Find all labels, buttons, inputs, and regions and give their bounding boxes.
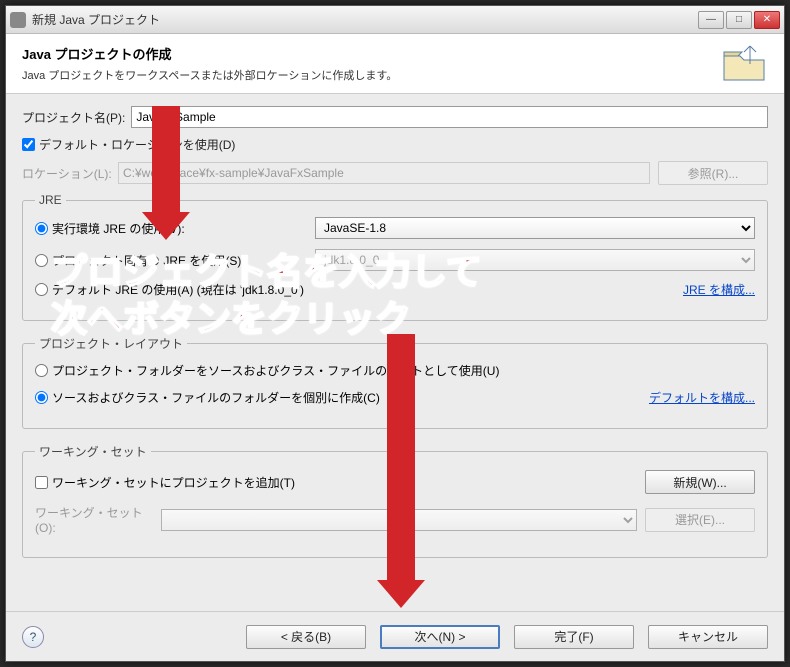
titlebar[interactable]: 新規 Java プロジェクト — □ ✕: [6, 6, 784, 34]
next-button[interactable]: 次へ(N) >: [380, 625, 500, 649]
layout-legend: プロジェクト・レイアウト: [35, 335, 187, 352]
project-name-input[interactable]: [131, 106, 768, 128]
window-title: 新規 Java プロジェクト: [32, 11, 698, 28]
select-workingset-button: 選択(E)...: [645, 508, 755, 532]
new-workingset-button[interactable]: 新規(W)...: [645, 470, 755, 494]
location-label: ロケーション(L):: [22, 165, 112, 182]
button-bar: ? < 戻る(B) 次へ(N) > 完了(F) キャンセル: [6, 611, 784, 661]
workingset-select: [161, 509, 637, 531]
finish-button[interactable]: 完了(F): [514, 625, 634, 649]
same-folder-radio[interactable]: [35, 364, 48, 377]
default-jre-radio[interactable]: [35, 283, 48, 296]
browse-button: 参照(R)...: [658, 161, 768, 185]
project-jre-radio[interactable]: [35, 254, 48, 267]
cancel-button[interactable]: キャンセル: [648, 625, 768, 649]
exec-env-select[interactable]: JavaSE-1.8: [315, 217, 755, 239]
exec-env-label: 実行環境 JRE の使用(V):: [52, 220, 185, 237]
dialog-content: プロジェクト名(P): デフォルト・ロケーションを使用(D) ロケーション(L)…: [6, 94, 784, 611]
workingset-group: ワーキング・セット ワーキング・セットにプロジェクトを追加(T) 新規(W)..…: [22, 443, 768, 558]
location-input: [118, 162, 650, 184]
workingset-select-label: ワーキング・セット(O):: [35, 504, 155, 535]
use-default-location-label: デフォルト・ロケーションを使用(D): [39, 136, 235, 153]
banner-heading: Java プロジェクトの作成: [22, 44, 720, 63]
exec-env-radio[interactable]: [35, 222, 48, 235]
jre-group: JRE 実行環境 JRE の使用(V): JavaSE-1.8 プロジェクト固有…: [22, 193, 768, 321]
jre-legend: JRE: [35, 193, 66, 207]
back-button[interactable]: < 戻る(B): [246, 625, 366, 649]
app-icon: [10, 12, 26, 28]
help-button[interactable]: ?: [22, 626, 44, 648]
add-workingset-label: ワーキング・セットにプロジェクトを追加(T): [52, 474, 295, 491]
project-name-label: プロジェクト名(P):: [22, 109, 125, 126]
maximize-button[interactable]: □: [726, 11, 752, 29]
use-default-location-checkbox[interactable]: [22, 138, 35, 151]
configure-jre-link[interactable]: JRE を構成...: [683, 281, 755, 298]
minimize-button[interactable]: —: [698, 11, 724, 29]
add-workingset-checkbox[interactable]: [35, 476, 48, 489]
layout-group: プロジェクト・レイアウト プロジェクト・フォルダーをソースおよびクラス・ファイル…: [22, 335, 768, 429]
project-jre-label: プロジェクト固有の JRE を使用(S):: [52, 252, 245, 269]
same-folder-label: プロジェクト・フォルダーをソースおよびクラス・ファイルのルートとして使用(U): [52, 362, 499, 379]
separate-folder-radio[interactable]: [35, 391, 48, 404]
wizard-banner: Java プロジェクトの作成 Java プロジェクトをワークスペースまたは外部ロ…: [6, 34, 784, 94]
dialog-window: 新規 Java プロジェクト — □ ✕ Java プロジェクトの作成 Java…: [5, 5, 785, 662]
project-jre-select: jdk1.8.0_0: [315, 249, 755, 271]
banner-subtext: Java プロジェクトをワークスペースまたは外部ロケーションに作成します。: [22, 67, 720, 83]
folder-icon: [720, 44, 768, 84]
workingset-legend: ワーキング・セット: [35, 443, 151, 460]
window-controls: — □ ✕: [698, 11, 780, 29]
separate-folder-label: ソースおよびクラス・ファイルのフォルダーを個別に作成(C): [52, 389, 380, 406]
close-button[interactable]: ✕: [754, 11, 780, 29]
configure-layout-link[interactable]: デフォルトを構成...: [649, 389, 755, 406]
default-jre-label: デフォルト JRE の使用(A) (現在は 'jdk1.8.0_0'): [52, 281, 304, 298]
